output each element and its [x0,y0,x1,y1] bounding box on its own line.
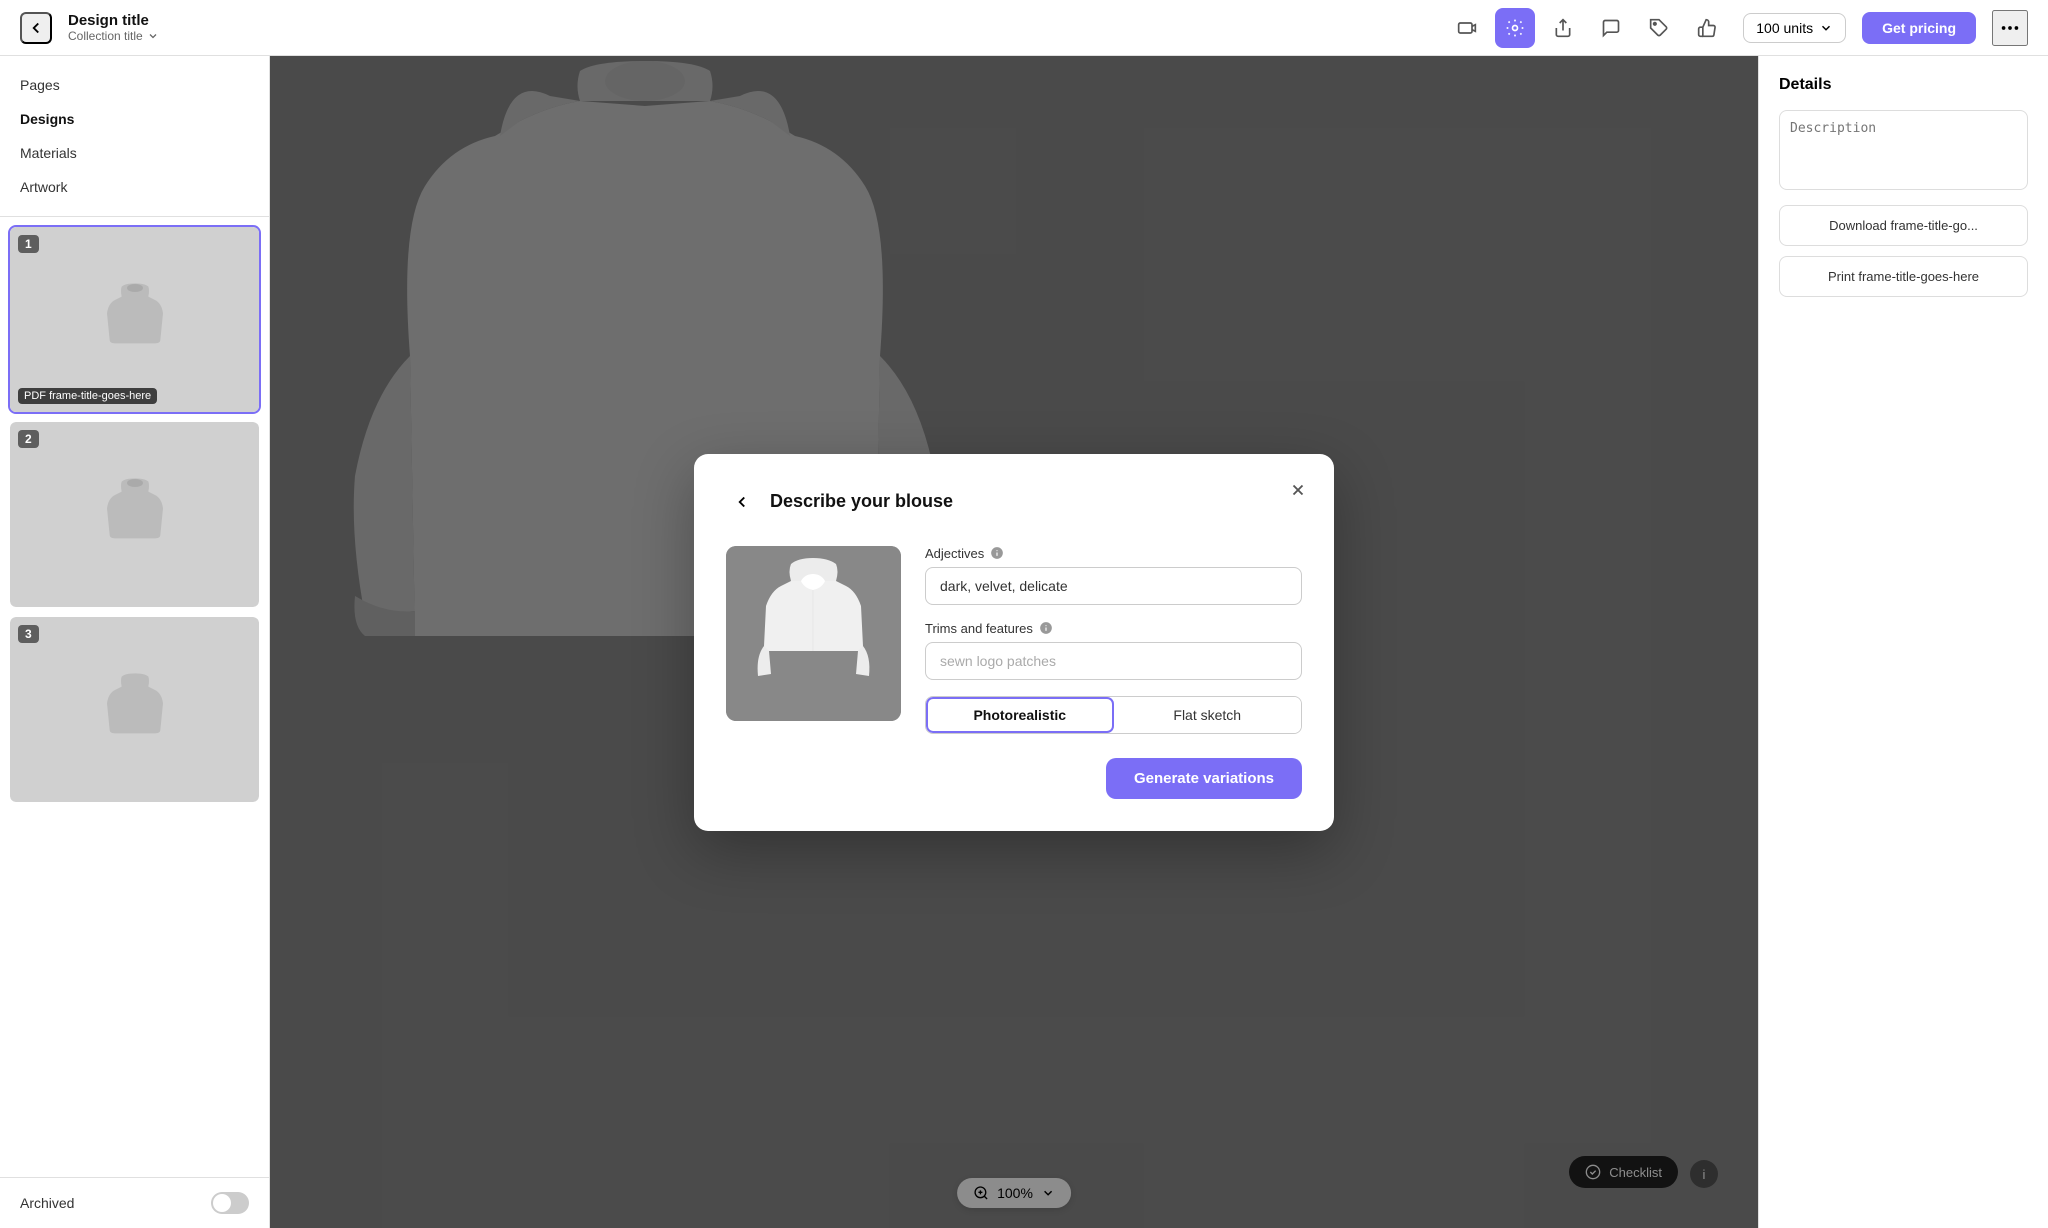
sidebar-item-designs[interactable]: Designs [0,102,269,136]
toggle-thumb [213,1194,231,1212]
page-3-image [10,617,259,802]
tag-icon-button[interactable] [1639,8,1679,48]
page-2-number: 2 [18,430,39,448]
topbar-icons [1447,8,1727,48]
right-panel: Details Download frame-title-go... Print… [1758,56,2048,1228]
adjectives-label: Adjectives [925,546,1302,561]
sidebar: Pages Designs Materials Artwork 1 PDF [0,56,270,1228]
sidebar-item-pages[interactable]: Pages [0,68,269,102]
adjectives-field-group: Adjectives [925,546,1302,605]
modal-title: Describe your blouse [770,491,953,512]
photorealistic-button[interactable]: Photorealistic [926,697,1114,733]
sidebar-page-2[interactable]: 2 [8,420,261,609]
topbar: Design title Collection title 100 units … [0,0,2048,56]
design-title: Design title [68,12,1431,29]
video-icon-button[interactable] [1447,8,1487,48]
sidebar-item-materials[interactable]: Materials [0,136,269,170]
modal-header: Describe your blouse [726,486,1302,518]
archived-section: Archived [0,1177,269,1228]
trims-field-group: Trims and features [925,621,1302,680]
units-button[interactable]: 100 units [1743,13,1846,43]
download-button[interactable]: Download frame-title-go... [1779,205,2028,246]
like-icon-button[interactable] [1687,8,1727,48]
share-icon-button[interactable] [1543,8,1583,48]
sidebar-pages: 1 PDF frame-title-goes-here 2 [0,217,269,1177]
sidebar-item-artwork[interactable]: Artwork [0,170,269,204]
modal-dialog: Describe your blouse [694,454,1334,831]
collection-title[interactable]: Collection title [68,29,1431,43]
modal-body: Adjectives Trims and features [726,546,1302,734]
get-pricing-button[interactable]: Get pricing [1862,12,1976,44]
print-button[interactable]: Print frame-title-goes-here [1779,256,2028,297]
modal-back-button[interactable] [726,486,758,518]
generate-variations-button[interactable]: Generate variations [1106,758,1302,799]
sidebar-page-1[interactable]: 1 PDF frame-title-goes-here [8,225,261,414]
page-1-image [10,227,259,412]
archived-toggle[interactable] [211,1192,249,1214]
sidebar-page-3[interactable]: 3 [8,615,261,804]
settings-icon-button[interactable] [1495,8,1535,48]
blouse-image [726,546,901,721]
trims-input[interactable] [925,642,1302,680]
main-layout: Pages Designs Materials Artwork 1 PDF [0,56,2048,1228]
modal-close-button[interactable] [1282,474,1314,506]
page-1-number: 1 [18,235,39,253]
modal-form: Adjectives Trims and features [925,546,1302,734]
topbar-titles: Design title Collection title [68,12,1431,43]
description-input[interactable] [1779,110,2028,190]
pdf-badge: PDF frame-title-goes-here [18,388,157,404]
page-2-image [10,422,259,607]
style-toggle-group: Photorealistic Flat sketch [925,696,1302,734]
trims-label: Trims and features [925,621,1302,636]
page-3-number: 3 [18,625,39,643]
adjectives-input[interactable] [925,567,1302,605]
modal-overlay: Describe your blouse [270,56,1758,1228]
comment-icon-button[interactable] [1591,8,1631,48]
flat-sketch-button[interactable]: Flat sketch [1114,697,1302,733]
archived-label: Archived [20,1195,74,1211]
more-options-button[interactable] [1992,10,2028,46]
modal-footer: Generate variations [726,758,1302,799]
canvas-area: 100% Describe your blouse [270,56,1758,1228]
back-button[interactable] [20,12,52,44]
sidebar-nav: Pages Designs Materials Artwork [0,56,269,217]
details-title: Details [1779,76,2028,94]
